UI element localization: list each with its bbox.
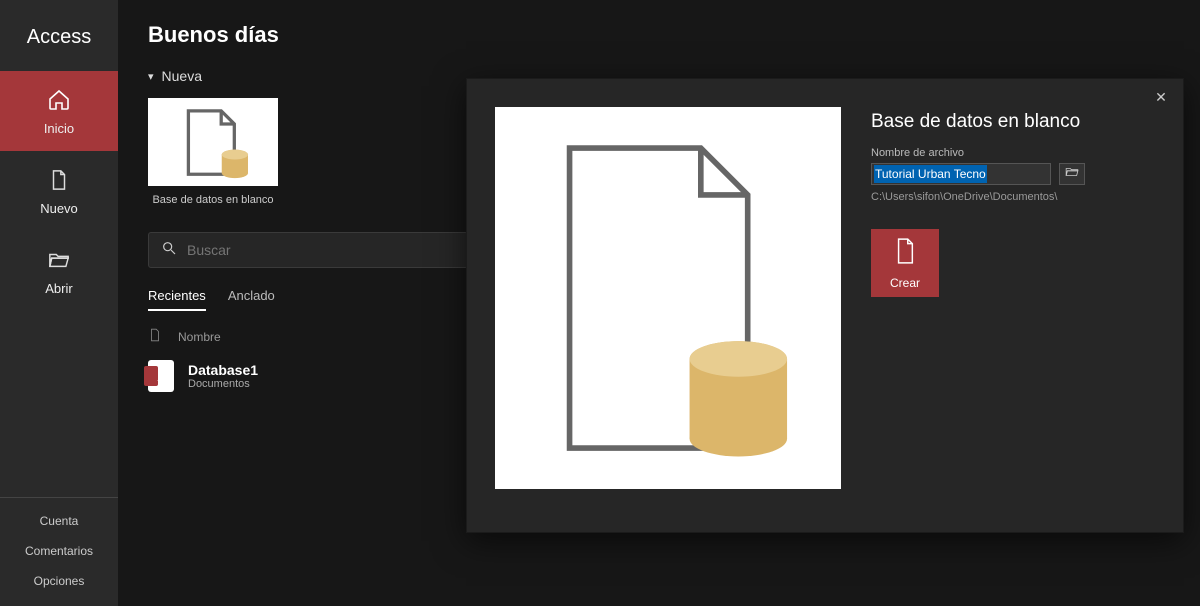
file-outline-icon [148, 327, 164, 346]
close-icon: ✕ [1155, 89, 1167, 106]
sidebar-options[interactable]: Opciones [0, 566, 118, 596]
section-new-label: Nueva [162, 68, 202, 84]
create-label: Crear [890, 276, 920, 290]
template-preview [495, 107, 841, 489]
sidebar: Access Inicio Nuevo Abrir C [0, 0, 118, 606]
tab-pinned[interactable]: Anclado [228, 288, 275, 311]
browse-button[interactable] [1059, 163, 1085, 185]
open-folder-icon [1064, 165, 1080, 184]
nav-new[interactable]: Nuevo [0, 151, 118, 231]
new-db-modal: ✕ Base de datos en blanco Nombre de arc [466, 78, 1184, 533]
chevron-down-icon: ▾ [148, 70, 154, 83]
main: Buenos días ▾ Nueva Base de datos en b [118, 0, 1200, 606]
template-label: Base de datos en blanco [148, 194, 278, 206]
app-root: Access Inicio Nuevo Abrir C [0, 0, 1200, 606]
greeting: Buenos días [148, 22, 1170, 48]
sidebar-bottom: Cuenta Comentarios Opciones [0, 497, 118, 596]
list-header-name: Nombre [178, 330, 221, 344]
recent-file-location: Documentos [188, 378, 258, 390]
search-icon [161, 240, 177, 261]
nav-label: Inicio [44, 121, 74, 136]
new-file-icon [894, 237, 916, 268]
modal-title: Base de datos en blanco [871, 111, 1165, 133]
recent-file-name: Database1 [188, 362, 258, 378]
modal-body: Base de datos en blanco Nombre de archiv… [485, 93, 1165, 512]
access-file-icon: A [148, 360, 174, 392]
nav-label: Abrir [45, 281, 72, 296]
tab-recent[interactable]: Recientes [148, 288, 206, 311]
recent-texts: Database1 Documentos [188, 362, 258, 390]
filename-value: Tutorial Urban Tecno [874, 165, 987, 183]
filename-input[interactable]: Tutorial Urban Tecno [871, 163, 1051, 185]
filename-label: Nombre de archivo [871, 147, 1165, 159]
filename-row: Tutorial Urban Tecno [871, 163, 1165, 185]
nav-home[interactable]: Inicio [0, 71, 118, 151]
sidebar-account[interactable]: Cuenta [0, 506, 118, 536]
sidebar-feedback[interactable]: Comentarios [0, 536, 118, 566]
search-input[interactable] [187, 242, 455, 258]
save-path: C:\Users\sifon\OneDrive\Documentos\ [871, 191, 1165, 203]
search-box[interactable] [148, 232, 468, 268]
home-icon [46, 87, 72, 113]
nav-open[interactable]: Abrir [0, 231, 118, 311]
modal-form: Base de datos en blanco Nombre de archiv… [871, 107, 1165, 512]
new-file-icon [46, 167, 72, 193]
template-blank-db[interactable]: Base de datos en blanco [148, 98, 278, 206]
template-thumb [148, 98, 278, 186]
open-folder-icon [46, 247, 72, 273]
close-button[interactable]: ✕ [1147, 85, 1175, 109]
app-brand: Access [0, 0, 118, 71]
nav-label: Nuevo [40, 201, 78, 216]
sidebar-top: Access Inicio Nuevo Abrir [0, 0, 118, 311]
create-button[interactable]: Crear [871, 229, 939, 297]
